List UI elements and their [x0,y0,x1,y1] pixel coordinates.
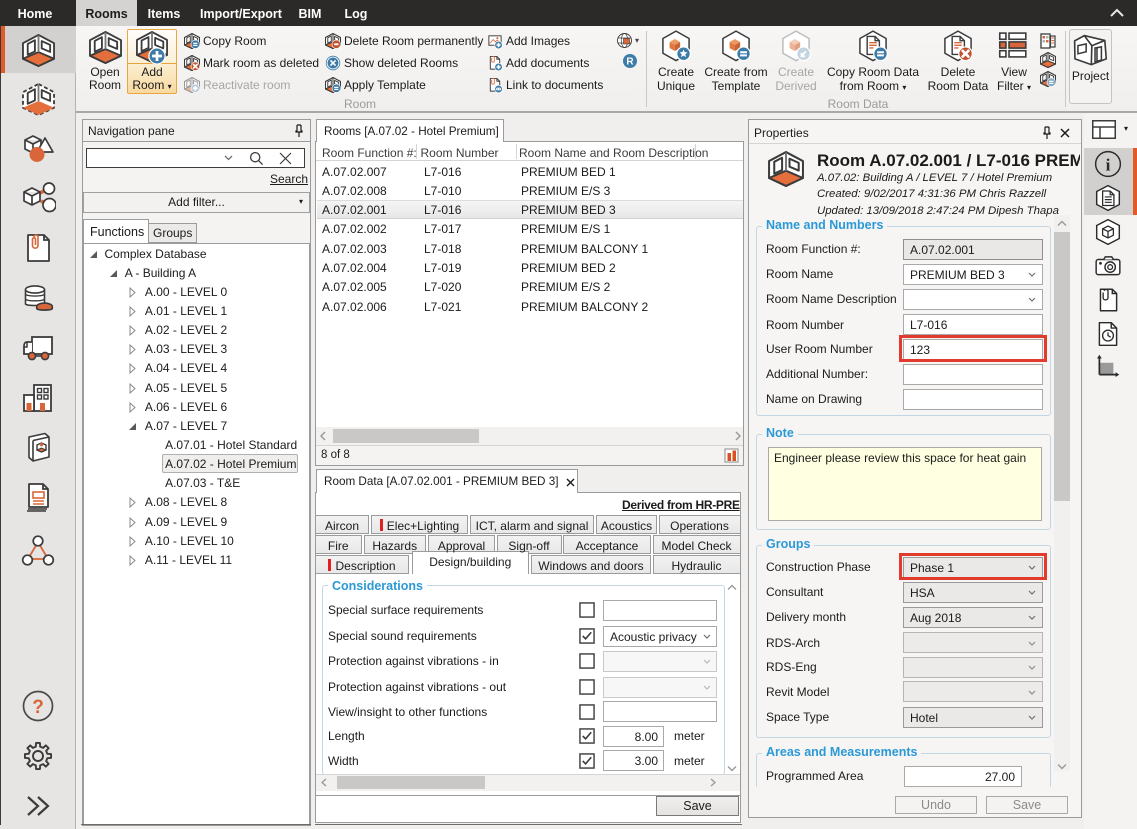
svg-text:i: i [1106,155,1111,174]
svg-text:?: ? [32,697,44,718]
